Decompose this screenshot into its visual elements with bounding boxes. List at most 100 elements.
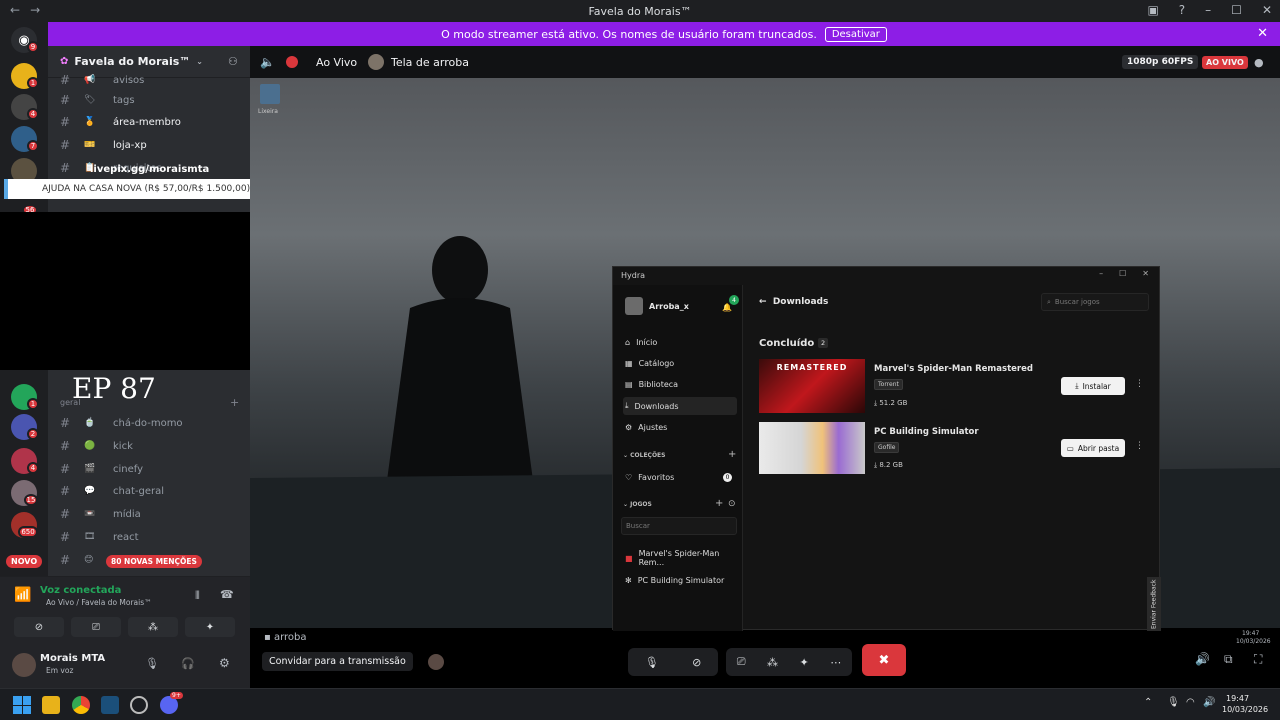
disconnect-icon[interactable]: ☎ (220, 588, 234, 601)
channel-item[interactable]: # 🍵 chá-do-momo (48, 413, 250, 433)
feedback-tab[interactable]: Enviar Feedback (1147, 577, 1161, 631)
channel-item[interactable]: # 🎫 loja-xp (48, 135, 250, 155)
add-collection-icon[interactable]: + (728, 449, 736, 460)
viewer-avatar[interactable] (428, 654, 444, 670)
soundboard-icon[interactable]: ✦ (800, 656, 809, 669)
forward-arrow-icon[interactable]: → (30, 3, 40, 17)
stream-chat-user[interactable]: ▪ arroba (264, 632, 307, 643)
camera-off-icon[interactable]: ⊘ (692, 656, 701, 669)
channel-item[interactable]: # 🎬 cinefy (48, 459, 250, 479)
library-game-item[interactable]: ■ Marvel's Spider-Man Rem... (623, 549, 737, 567)
notification-badge: 4 (27, 108, 39, 120)
nav-downloads[interactable]: ⤓ Downloads (623, 397, 737, 415)
home-icon: ⌂ (625, 337, 631, 347)
game-thumbnail[interactable]: REMASTERED (759, 359, 865, 413)
filter-icon[interactable]: ⊙ (728, 499, 736, 509)
app-icon[interactable] (130, 696, 148, 714)
popout-icon[interactable]: ⧉ (1224, 652, 1233, 667)
install-button[interactable]: ⤓ Instalar (1061, 377, 1125, 395)
search-input[interactable]: ⌕ Buscar jogos (1041, 293, 1149, 311)
download-title: Marvel's Spider-Man Remastered (874, 364, 1033, 374)
add-member-icon[interactable]: ⚇ (228, 55, 238, 68)
microphone-icon[interactable]: 🎙 (145, 657, 159, 670)
voice-channel[interactable]: Ao Vivo / Favela do Morais™ (46, 598, 152, 607)
minimize-icon[interactable]: – (1099, 269, 1103, 278)
nav-catalog[interactable]: ▦ Catálogo (623, 354, 737, 372)
live-badge: AO VIVO (1202, 55, 1248, 69)
channel-item[interactable]: # 🏅 área-membro (48, 112, 250, 132)
new-mentions-pill[interactable]: 80 NOVAS MENÇÕES (106, 555, 202, 568)
back-arrow-icon[interactable]: ← (759, 297, 767, 307)
maximize-icon[interactable]: ☐ (1119, 269, 1126, 278)
close-icon[interactable]: ✕ (1142, 269, 1149, 278)
channel-item[interactable]: # 📢 avisos (48, 70, 250, 90)
new-servers-pill[interactable]: NOVO (6, 555, 43, 568)
download-title: PC Building Simulator (874, 427, 979, 437)
chevron-up-icon[interactable]: ⌃ (1144, 697, 1152, 708)
bell-icon[interactable]: 🔔 (722, 303, 732, 312)
open-folder-button[interactable]: ▭ Abrir pasta (1061, 439, 1125, 457)
channel-item[interactable]: # 🟢 kick (48, 436, 250, 456)
chat-bubble-icon[interactable]: ● (1254, 56, 1264, 69)
inbox-icon[interactable]: ▣ (1147, 3, 1158, 17)
camera-off-button[interactable]: ⊘ (14, 617, 64, 637)
taskbar-date[interactable]: 10/03/2026 (1222, 705, 1268, 714)
stream-channel[interactable]: Ao Vivo (316, 56, 357, 69)
volume-icon[interactable]: 🔊 (1203, 697, 1215, 708)
share-screen-icon[interactable]: ⎚ (737, 655, 746, 669)
activities-icon[interactable]: ⁂ (767, 656, 778, 669)
nav-home[interactable]: ⌂ Início (623, 333, 737, 351)
more-options-icon[interactable]: ⋯ (830, 656, 841, 669)
close-window-icon[interactable]: ✕ (1262, 3, 1272, 17)
username[interactable]: Morais MTA (40, 653, 105, 664)
nav-settings[interactable]: ⚙ Ajustes (623, 418, 737, 436)
speaker-icon[interactable]: 🔈 (260, 55, 275, 69)
taskbar-time[interactable]: 19:47 (1226, 694, 1249, 703)
soundboard-button[interactable]: ✦ (185, 617, 235, 637)
minimize-icon[interactable]: – (1205, 3, 1211, 17)
game-thumbnail[interactable] (759, 422, 865, 474)
hydra-username[interactable]: Arroba_x (649, 302, 689, 311)
maximize-icon[interactable]: ☐ (1231, 3, 1242, 17)
channel-item[interactable]: # 📼 mídia (48, 504, 250, 524)
more-options-icon[interactable]: ⋮ (1135, 379, 1144, 389)
recycle-bin-icon[interactable] (260, 84, 280, 104)
channel-item[interactable]: # 💬 chat-geral (48, 481, 250, 501)
microphone-icon[interactable]: 🎙 (645, 656, 659, 669)
volume-icon[interactable]: 🔊 (1195, 652, 1210, 666)
end-call-button[interactable]: ✖ (862, 644, 906, 676)
help-icon[interactable]: ? (1179, 3, 1185, 17)
close-banner-icon[interactable]: ✕ (1257, 26, 1268, 41)
file-explorer-icon[interactable] (42, 696, 60, 714)
more-options-icon[interactable]: ⋮ (1135, 441, 1144, 451)
channel-item[interactable]: # 🎞 react (48, 527, 250, 547)
library-game-item[interactable]: ✻ PC Building Simulator (623, 571, 737, 589)
games-header[interactable]: ⌄ JOGOS (623, 501, 652, 508)
steam-icon[interactable] (101, 696, 119, 714)
disable-streamer-mode-button[interactable]: Desativar (824, 26, 887, 42)
nav-library[interactable]: ▤ Biblioteca (623, 375, 737, 393)
fullscreen-icon[interactable]: ⛶ (1254, 652, 1262, 667)
settings-gear-icon[interactable]: ⚙ (219, 656, 230, 670)
back-arrow-icon[interactable]: ← (10, 3, 20, 17)
favorites-item[interactable]: ♡ Favoritos (623, 468, 737, 486)
source-tag: Torrent (874, 379, 903, 390)
add-game-icon[interactable]: + (715, 498, 723, 509)
share-screen-button[interactable]: ⎚ (71, 617, 121, 637)
chrome-icon[interactable] (72, 696, 90, 714)
wifi-icon[interactable]: ◠ (1186, 697, 1195, 708)
windows-start-icon[interactable] (13, 696, 31, 714)
collections-header[interactable]: ⌄ COLEÇÕES (623, 452, 665, 459)
games-search-input[interactable]: Buscar (621, 517, 737, 535)
add-channel-icon[interactable]: + (230, 396, 239, 409)
voice-status[interactable]: Voz conectada (40, 585, 121, 596)
headphones-icon[interactable]: 🎧 (181, 657, 195, 670)
avatar[interactable] (625, 297, 643, 315)
microphone-icon[interactable]: 🎙 (1167, 697, 1180, 708)
download-icon: ⤓ (625, 401, 629, 410)
avatar[interactable] (12, 653, 36, 677)
channel-item[interactable]: # 🏷 tags (48, 90, 250, 110)
activities-button[interactable]: ⁂ (128, 617, 178, 637)
invite-to-stream-button[interactable]: Convidar para a transmissão (262, 652, 413, 671)
noise-suppression-icon[interactable]: ⦀ (195, 589, 200, 603)
